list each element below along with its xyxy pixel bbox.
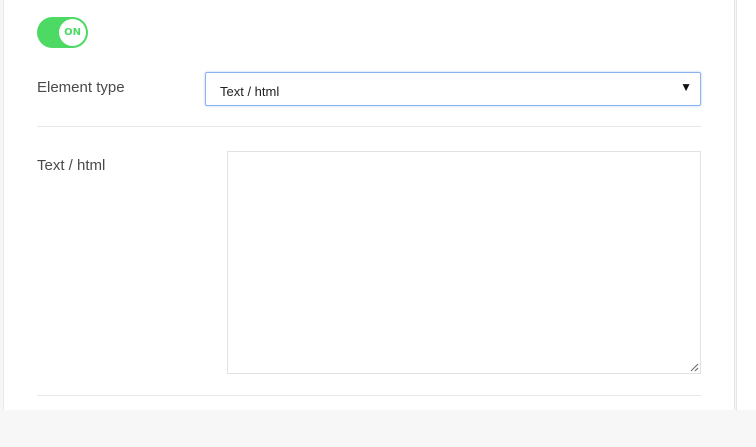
element-type-select[interactable]: Text / html ▼ [205,72,701,106]
divider [37,126,701,127]
resize-grip-icon[interactable] [689,362,699,372]
text-html-textarea[interactable] [227,151,701,374]
element-type-label: Element type [37,79,125,96]
divider [37,395,701,396]
enable-toggle[interactable]: ON [37,17,88,48]
caret-down-icon: ▼ [680,80,692,94]
toggle-knob[interactable]: ON [59,19,86,46]
element-type-selected-value: Text / html [220,84,280,99]
toggle-label: ON [64,27,81,38]
text-html-label: Text / html [37,157,106,174]
side-panel-edge [736,0,756,410]
